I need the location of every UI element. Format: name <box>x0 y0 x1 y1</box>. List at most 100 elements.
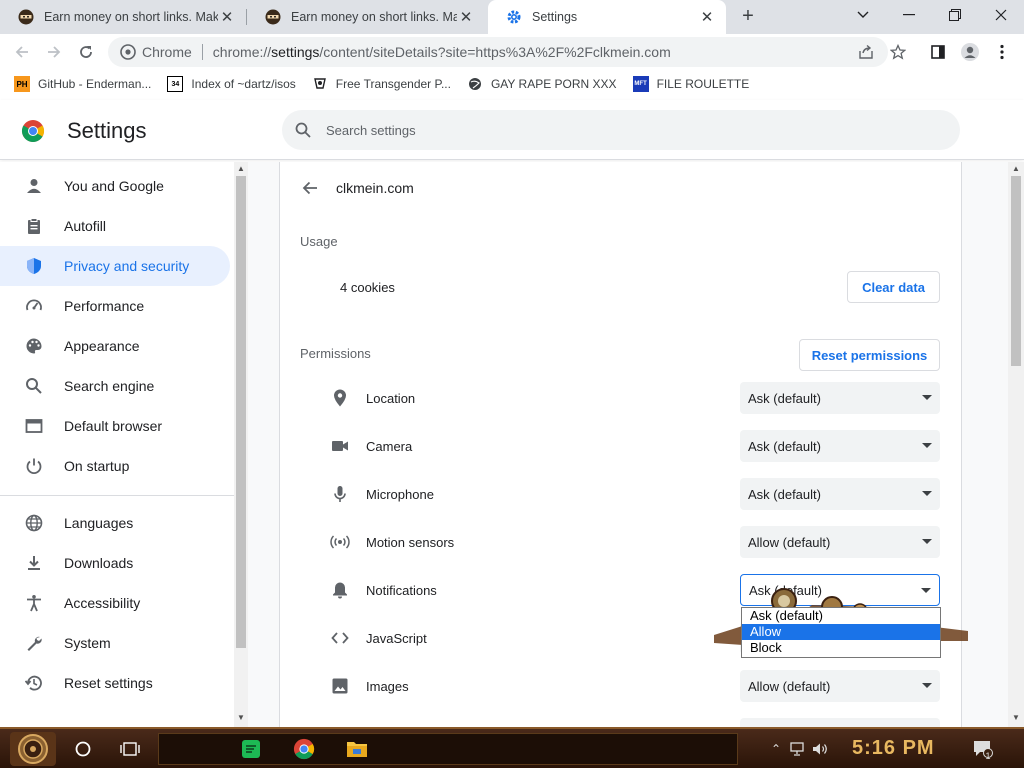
spotify-app-icon[interactable] <box>239 737 263 761</box>
show-hidden-icons-icon[interactable]: ⌃ <box>768 741 784 757</box>
file-explorer-icon[interactable] <box>345 737 369 761</box>
option-block[interactable]: Block <box>742 640 940 656</box>
dropdown-caret-icon <box>922 443 932 448</box>
search-input[interactable] <box>326 122 826 138</box>
url-text: chrome://settings/content/siteDetails?si… <box>212 44 671 60</box>
profile-avatar-icon[interactable] <box>958 40 982 64</box>
sidebar-item-appearance[interactable]: Appearance <box>0 326 230 366</box>
option-allow[interactable]: Allow <box>742 624 940 640</box>
search-icon <box>295 122 311 138</box>
address-bar[interactable]: Chrome chrome://settings/content/siteDet… <box>108 37 888 67</box>
volume-icon[interactable] <box>812 741 828 757</box>
scroll-down-arrow-icon[interactable]: ▼ <box>1008 713 1024 725</box>
sidebar-scrollbar[interactable]: ▲ ▼ <box>234 162 248 727</box>
sidebar-divider <box>0 495 234 496</box>
ph-logo-icon: PH <box>14 76 30 92</box>
close-tab-icon[interactable]: ✕ <box>218 8 236 26</box>
motion-sensor-icon <box>330 532 350 552</box>
sidebar-item-downloads[interactable]: Downloads <box>0 543 230 583</box>
main-scrollbar[interactable]: ▲ ▼ <box>1008 162 1024 727</box>
sidebar-item-label: System <box>64 635 111 651</box>
bookmark-index[interactable]: 34 Index of ~dartz/isos <box>167 76 296 92</box>
tab-2[interactable]: Earn money on short links. Make ✕ <box>247 0 485 34</box>
option-ask-default[interactable]: Ask (default) <box>742 608 940 624</box>
camera-select[interactable]: Ask (default) <box>740 430 940 462</box>
scroll-up-arrow-icon[interactable]: ▲ <box>1008 164 1024 176</box>
mft-icon: MFT <box>632 76 649 92</box>
location-select[interactable]: Ask (default) <box>740 382 940 414</box>
clear-data-button[interactable]: Clear data <box>847 271 940 303</box>
sidebar-item-search-engine[interactable]: Search engine <box>0 366 230 406</box>
back-arrow-icon[interactable] <box>300 178 320 198</box>
sidebar-item-label: Downloads <box>64 555 134 571</box>
sidebar-item-privacy-and-security[interactable]: Privacy and security <box>0 246 230 286</box>
bell-icon <box>330 580 350 600</box>
select-value: Ask (default) <box>749 582 822 598</box>
permission-label: Motion sensors <box>366 534 455 550</box>
close-window-button[interactable] <box>978 0 1024 30</box>
close-tab-icon[interactable]: ✕ <box>698 8 716 26</box>
ninja-favicon-icon <box>18 9 34 25</box>
scroll-up-arrow-icon[interactable]: ▲ <box>234 164 248 176</box>
sidebar-item-languages[interactable]: Languages <box>0 503 230 543</box>
scrollbar-thumb[interactable] <box>236 176 246 648</box>
tab-search-icon[interactable] <box>840 0 886 30</box>
tab-1[interactable]: Earn money on short links. Make ✕ <box>0 0 246 34</box>
tab-title: Earn money on short links. Make <box>291 10 457 24</box>
sidebar-item-label: On startup <box>64 458 130 474</box>
bookmark-globe[interactable]: GAY RAPE PORN XXX <box>467 76 617 92</box>
back-icon[interactable] <box>10 40 34 64</box>
sidebar-item-performance[interactable]: Performance <box>0 286 230 326</box>
next-permission-select[interactable] <box>740 718 940 727</box>
chip-divider <box>201 44 203 60</box>
sidebar-item-on-startup[interactable]: On startup <box>0 446 230 486</box>
tab-settings[interactable]: Settings ✕ <box>488 0 726 34</box>
side-panel-icon[interactable] <box>926 40 950 64</box>
minimize-button[interactable] <box>886 0 932 30</box>
reload-icon[interactable] <box>74 40 98 64</box>
reset-permissions-button[interactable]: Reset permissions <box>799 339 940 371</box>
motion-sensors-select[interactable]: Allow (default) <box>740 526 940 558</box>
permission-label: Microphone <box>366 486 434 502</box>
network-icon[interactable] <box>790 741 806 757</box>
image-icon <box>330 676 350 696</box>
bookmark-label: Free Transgender P... <box>335 77 451 91</box>
sidebar-item-accessibility[interactable]: Accessibility <box>0 583 230 623</box>
permission-label: Location <box>366 390 416 406</box>
browser-icon <box>24 416 44 436</box>
forward-icon[interactable] <box>42 40 66 64</box>
chrome-app-icon[interactable] <box>292 737 316 761</box>
sidebar-item-default-browser[interactable]: Default browser <box>0 406 230 446</box>
bookmark-transgender[interactable]: Free Transgender P... <box>312 76 451 92</box>
cortana-circle-icon[interactable] <box>71 737 95 761</box>
clipboard-icon <box>24 216 44 236</box>
new-tab-button[interactable]: + <box>737 5 759 27</box>
share-icon[interactable] <box>854 40 878 64</box>
notifications-select[interactable]: Ask (default) <box>740 574 940 606</box>
accessibility-icon <box>24 593 44 613</box>
sidebar-item-label: Appearance <box>64 338 140 354</box>
bookmark-star-icon[interactable] <box>886 40 910 64</box>
sidebar-item-reset-settings[interactable]: Reset settings <box>0 663 230 703</box>
task-view-icon[interactable] <box>118 737 142 761</box>
taskbar-clock[interactable]: 5:16 PM <box>852 737 935 760</box>
scrollbar-thumb[interactable] <box>1011 176 1021 366</box>
settings-search[interactable] <box>282 110 960 150</box>
menu-kebab-icon[interactable] <box>990 40 1014 64</box>
close-tab-icon[interactable]: ✕ <box>457 8 475 26</box>
sidebar-item-label: Search engine <box>64 378 155 394</box>
bookmark-file-roulette[interactable]: MFT FILE ROULETTE <box>632 76 749 92</box>
notifications-options-list: Ask (default) Allow Block <box>741 607 941 658</box>
sidebar-item-system[interactable]: System <box>0 623 230 663</box>
sidebar-item-label: Performance <box>64 298 145 314</box>
bookmark-github[interactable]: PH GitHub - Enderman... <box>14 76 151 92</box>
restore-button[interactable] <box>932 0 978 30</box>
start-button-icon[interactable] <box>10 732 56 766</box>
images-select[interactable]: Allow (default) <box>740 670 940 702</box>
sidebar-item-autofill[interactable]: Autofill <box>0 206 230 246</box>
sidebar-item-you-and-google[interactable]: You and Google <box>0 166 230 206</box>
microphone-select[interactable]: Ask (default) <box>740 478 940 510</box>
dropdown-caret-icon <box>922 395 932 400</box>
scroll-down-arrow-icon[interactable]: ▼ <box>234 713 248 725</box>
ninja-favicon-icon <box>265 9 281 25</box>
